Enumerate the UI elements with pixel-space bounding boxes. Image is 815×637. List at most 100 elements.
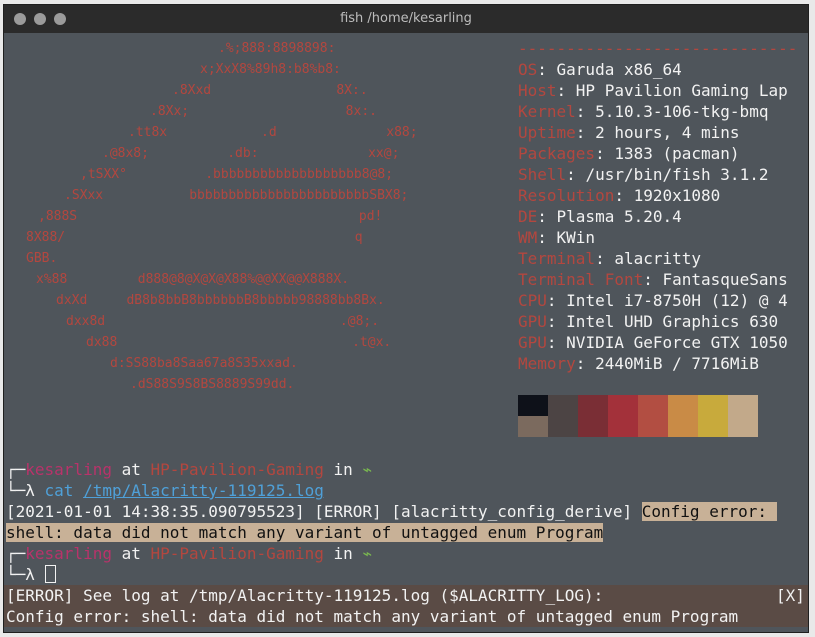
- logo-line: d:SS88ba8Saa67a8S35xxad.: [110, 356, 298, 371]
- prompt-at: at: [111, 460, 151, 479]
- palette-swatch: [638, 395, 668, 416]
- info-row: CPU: Intel i7-8750H (12) @ 4: [518, 291, 788, 310]
- prompt-user: kesarling: [25, 544, 112, 563]
- palette-swatch: [518, 395, 548, 416]
- info-value: Garuda x86_64: [556, 60, 682, 79]
- logo-line: .8Xxd 8X:.: [172, 83, 368, 98]
- logo-line: ,tSXX° .bbbbbbbbbbbbbbbbbbb8@8;: [80, 167, 394, 182]
- info-key: Terminal Font: [518, 270, 644, 289]
- info-key: GPU: [518, 312, 547, 331]
- title-bar: fish /home/kesarling: [4, 5, 808, 33]
- info-key: Packages: [518, 144, 596, 163]
- info-row: WM: KWin: [518, 228, 596, 247]
- logo-line: GBB.: [26, 251, 58, 266]
- log-highlight: Config error:: [641, 502, 777, 521]
- logo-line: x%88 d888@8@X@X@X88%@@XX@@X888X.: [36, 272, 350, 287]
- prompt-in: in: [323, 544, 363, 563]
- info-key: DE: [518, 207, 538, 226]
- info-row: Terminal Font: FantasqueSans: [518, 270, 788, 289]
- log-highlight: shell: data did not match any variant of…: [6, 523, 604, 542]
- log-line: shell: data did not match any variant of…: [6, 522, 604, 543]
- command-name: cat: [44, 481, 84, 500]
- info-row: Host: HP Pavilion Gaming Lap: [518, 81, 788, 100]
- info-row: Memory: 2440MiB / 7716MiB: [518, 354, 759, 373]
- logo-line: 8X88/ q: [26, 230, 363, 245]
- home-dir-icon: ⌁: [362, 460, 373, 479]
- palette-swatch: [698, 395, 728, 416]
- palette-swatch: [548, 416, 578, 437]
- close-error-button[interactable]: [X]: [776, 585, 805, 606]
- info-value: 2440MiB / 7716MiB: [595, 354, 759, 373]
- error-message: Config error: shell: data did not match …: [6, 607, 739, 626]
- log-line: [2021-01-01 14:38:35.090795523] [ERROR] …: [6, 501, 777, 522]
- logo-line: dxXd dB8b8bbB8bbbbbbB8bbbbb98888bb8Bx.: [56, 293, 385, 308]
- logo-line: ,888S pd!: [38, 209, 383, 224]
- info-value: 2 hours, 4 mins: [595, 123, 740, 142]
- logo-line: .@8x8; .db: xx@;: [102, 146, 400, 161]
- info-key: Shell: [518, 165, 567, 184]
- info-row: Kernel: 5.10.3-106-tkg-bmq: [518, 102, 769, 121]
- cursor[interactable]: [44, 565, 56, 583]
- info-row: DE: Plasma 5.20.4: [518, 207, 682, 226]
- info-key: Memory: [518, 354, 576, 373]
- palette-swatch: [698, 416, 728, 437]
- prompt-corner: ┌─: [6, 460, 26, 479]
- logo-line: x;XxX8%89h8:b8%b8:: [200, 62, 341, 77]
- info-value: HP Pavilion Gaming Lap: [575, 81, 788, 100]
- palette-swatch: [548, 395, 578, 416]
- info-value: 1383 (pacman): [614, 144, 740, 163]
- logo-line: .dS88S9S8BS8889S99dd.: [130, 377, 295, 392]
- prompt-host: HP-Pavilion-Gaming: [150, 544, 324, 563]
- info-row: Terminal: alacritty: [518, 249, 702, 268]
- logo-line: .SXxx bbbbbbbbbbbbbbbbbbbbbbbSBX8;: [64, 188, 409, 203]
- palette-swatch: [578, 416, 608, 437]
- logo-line: .tt8x .d x88;: [128, 125, 418, 140]
- info-key: Resolution: [518, 186, 615, 205]
- info-key: Host: [518, 81, 557, 100]
- info-value: KWin: [556, 228, 596, 247]
- command-path-link[interactable]: /tmp/Alacritty-119125.log: [83, 481, 324, 500]
- palette-swatch: [608, 395, 638, 416]
- info-row: GPU: NVIDIA GeForce GTX 1050: [518, 333, 788, 352]
- command-line: └─λ cat /tmp/Alacritty-119125.log: [6, 480, 324, 501]
- info-key: Kernel: [518, 102, 576, 121]
- home-dir-icon: ⌁: [362, 544, 373, 563]
- info-key: CPU: [518, 291, 547, 310]
- info-key: WM: [518, 228, 538, 247]
- info-row: GPU: Intel UHD Graphics 630: [518, 312, 779, 331]
- info-value: /usr/bin/fish 3.1.2: [585, 165, 769, 184]
- info-value: Plasma 5.20.4: [556, 207, 682, 226]
- info-row: Shell: /usr/bin/fish 3.1.2: [518, 165, 769, 184]
- prompt-host: HP-Pavilion-Gaming: [150, 460, 324, 479]
- prompt-corner: └─λ: [6, 565, 45, 584]
- info-key: Terminal: [518, 249, 596, 268]
- logo-line: dx88 .t@x.: [86, 335, 392, 350]
- palette-swatch: [728, 395, 758, 437]
- prompt-line: ┌─kesarling at HP-Pavilion-Gaming in ⌁: [6, 459, 372, 480]
- info-value: Intel i7-8750H (12) @ 4: [566, 291, 788, 310]
- prompt-in: in: [323, 460, 363, 479]
- prompt-line: ┌─kesarling at HP-Pavilion-Gaming in ⌁: [6, 543, 372, 564]
- palette-swatch: [608, 416, 638, 437]
- info-row: OS: Garuda x86_64: [518, 60, 682, 79]
- info-key: GPU: [518, 333, 547, 352]
- info-row: Packages: 1383 (pacman): [518, 144, 740, 163]
- palette-swatch: [638, 416, 668, 437]
- palette-swatch: [668, 395, 698, 416]
- command-line[interactable]: └─λ: [6, 564, 56, 585]
- info-row: Resolution: 1920x1080: [518, 186, 721, 205]
- palette-swatch: [578, 395, 608, 416]
- info-separator: -----------------------------: [518, 39, 798, 58]
- prompt-user: kesarling: [25, 460, 112, 479]
- terminal-window: fish /home/kesarling .%;888:8898898: x;X…: [3, 4, 809, 633]
- logo-line: .8Xx; 8x:.: [150, 104, 377, 119]
- info-value: NVIDIA GeForce GTX 1050: [566, 333, 788, 352]
- info-value: alacritty: [614, 249, 702, 268]
- info-key: Uptime: [518, 123, 576, 142]
- info-value: FantasqueSans: [662, 270, 788, 289]
- prompt-corner: ┌─: [6, 544, 26, 563]
- log-prefix: [2021-01-01 14:38:35.090795523] [ERROR] …: [6, 502, 642, 521]
- logo-line: dxx8d .@8;.: [66, 314, 380, 329]
- prompt-at: at: [111, 544, 151, 563]
- info-row: Uptime: 2 hours, 4 mins: [518, 123, 740, 142]
